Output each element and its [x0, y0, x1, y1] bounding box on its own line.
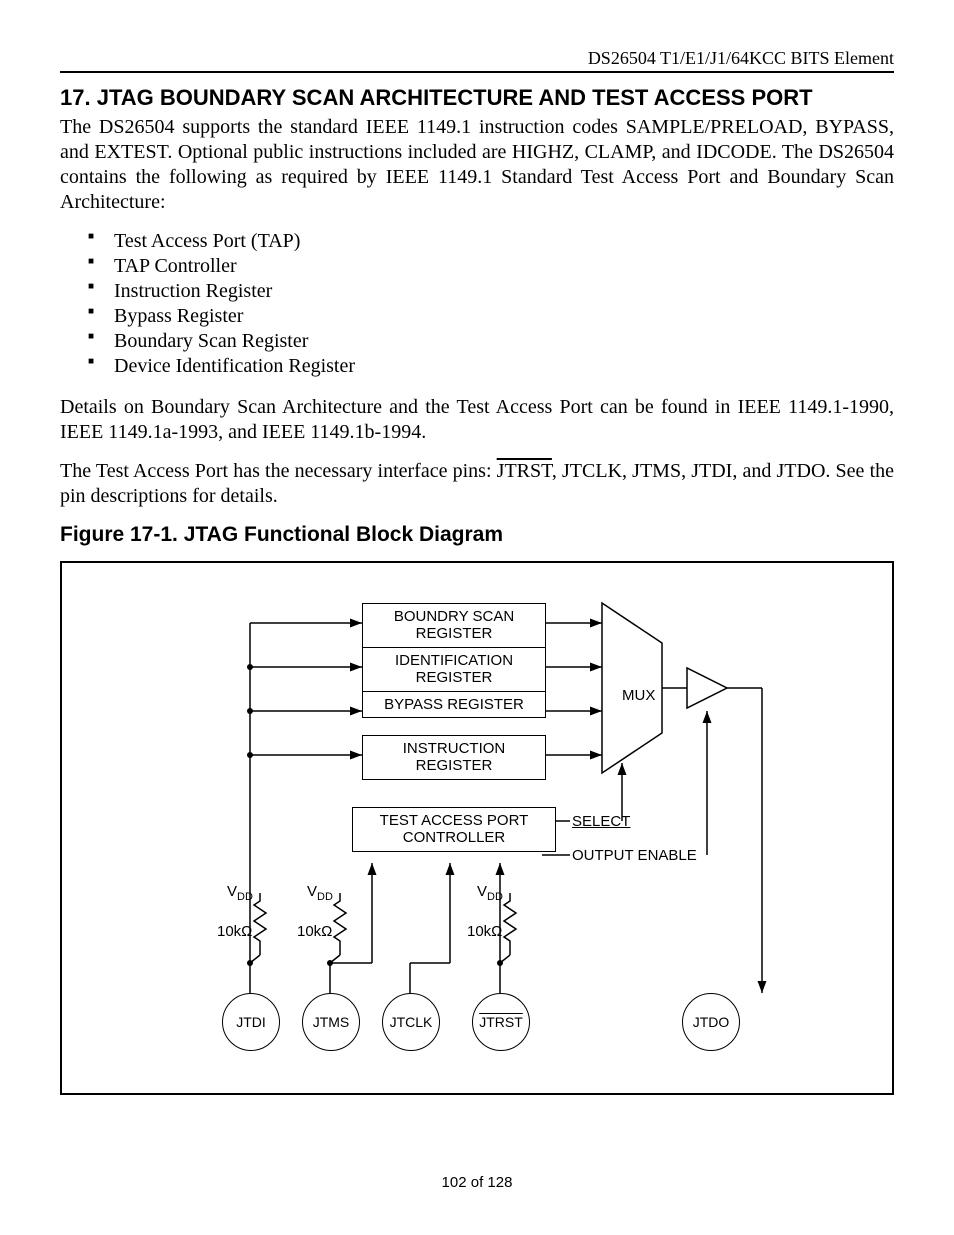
paragraph-1: The DS26504 supports the standard IEEE 1… [60, 115, 894, 215]
paragraph-3a: The Test Access Port has the necessary i… [60, 460, 497, 482]
section-number: 17. [60, 85, 91, 110]
section-title-text: JTAG BOUNDARY SCAN ARCHITECTURE AND TEST… [97, 85, 813, 110]
list-item: Boundary Scan Register [88, 329, 894, 354]
header-rule [60, 71, 894, 73]
vdd-label: VDD [227, 883, 253, 903]
list-item: Instruction Register [88, 279, 894, 304]
vdd-label: VDD [307, 883, 333, 903]
section-heading: 17. JTAG BOUNDARY SCAN ARCHITECTURE AND … [60, 85, 894, 111]
bypass-register-block: BYPASS REGISTER [362, 691, 546, 718]
jtms-pin: JTMS [302, 993, 360, 1051]
list-item: Bypass Register [88, 304, 894, 329]
jtag-block-diagram: BOUNDRY SCAN REGISTER IDENTIFICATION REG… [60, 561, 894, 1095]
identification-register-block: IDENTIFICATION REGISTER [362, 647, 546, 692]
jtrst-pin: JTRST [472, 993, 530, 1051]
vdd-label: VDD [477, 883, 503, 903]
page-footer: 102 of 128 [0, 1174, 954, 1191]
resistor-label: 10kΩ [217, 923, 252, 940]
figure-caption: Figure 17-1. JTAG Functional Block Diagr… [60, 523, 894, 547]
paragraph-3: The Test Access Port has the necessary i… [60, 459, 894, 509]
instruction-register-block: INSTRUCTION REGISTER [362, 735, 546, 780]
resistor-label: 10kΩ [297, 923, 332, 940]
jtdo-pin: JTDO [682, 993, 740, 1051]
running-header: DS26504 T1/E1/J1/64KCC BITS Element [60, 48, 894, 69]
select-label: SELECT [572, 813, 630, 830]
list-item: Device Identification Register [88, 354, 894, 379]
resistor-label: 10kΩ [467, 923, 502, 940]
list-item: TAP Controller [88, 254, 894, 279]
paragraph-2: Details on Boundary Scan Architecture an… [60, 395, 894, 445]
feature-list: Test Access Port (TAP) TAP Controller In… [88, 229, 894, 379]
boundary-scan-register-block: BOUNDRY SCAN REGISTER [362, 603, 546, 648]
list-item: Test Access Port (TAP) [88, 229, 894, 254]
jtdi-pin: JTDI [222, 993, 280, 1051]
jtrst-signal: JTRST [497, 460, 552, 482]
mux-label: MUX [622, 687, 655, 704]
output-enable-label: OUTPUT ENABLE [572, 847, 697, 864]
jtclk-pin: JTCLK [382, 993, 440, 1051]
tap-controller-block: TEST ACCESS PORT CONTROLLER [352, 807, 556, 852]
